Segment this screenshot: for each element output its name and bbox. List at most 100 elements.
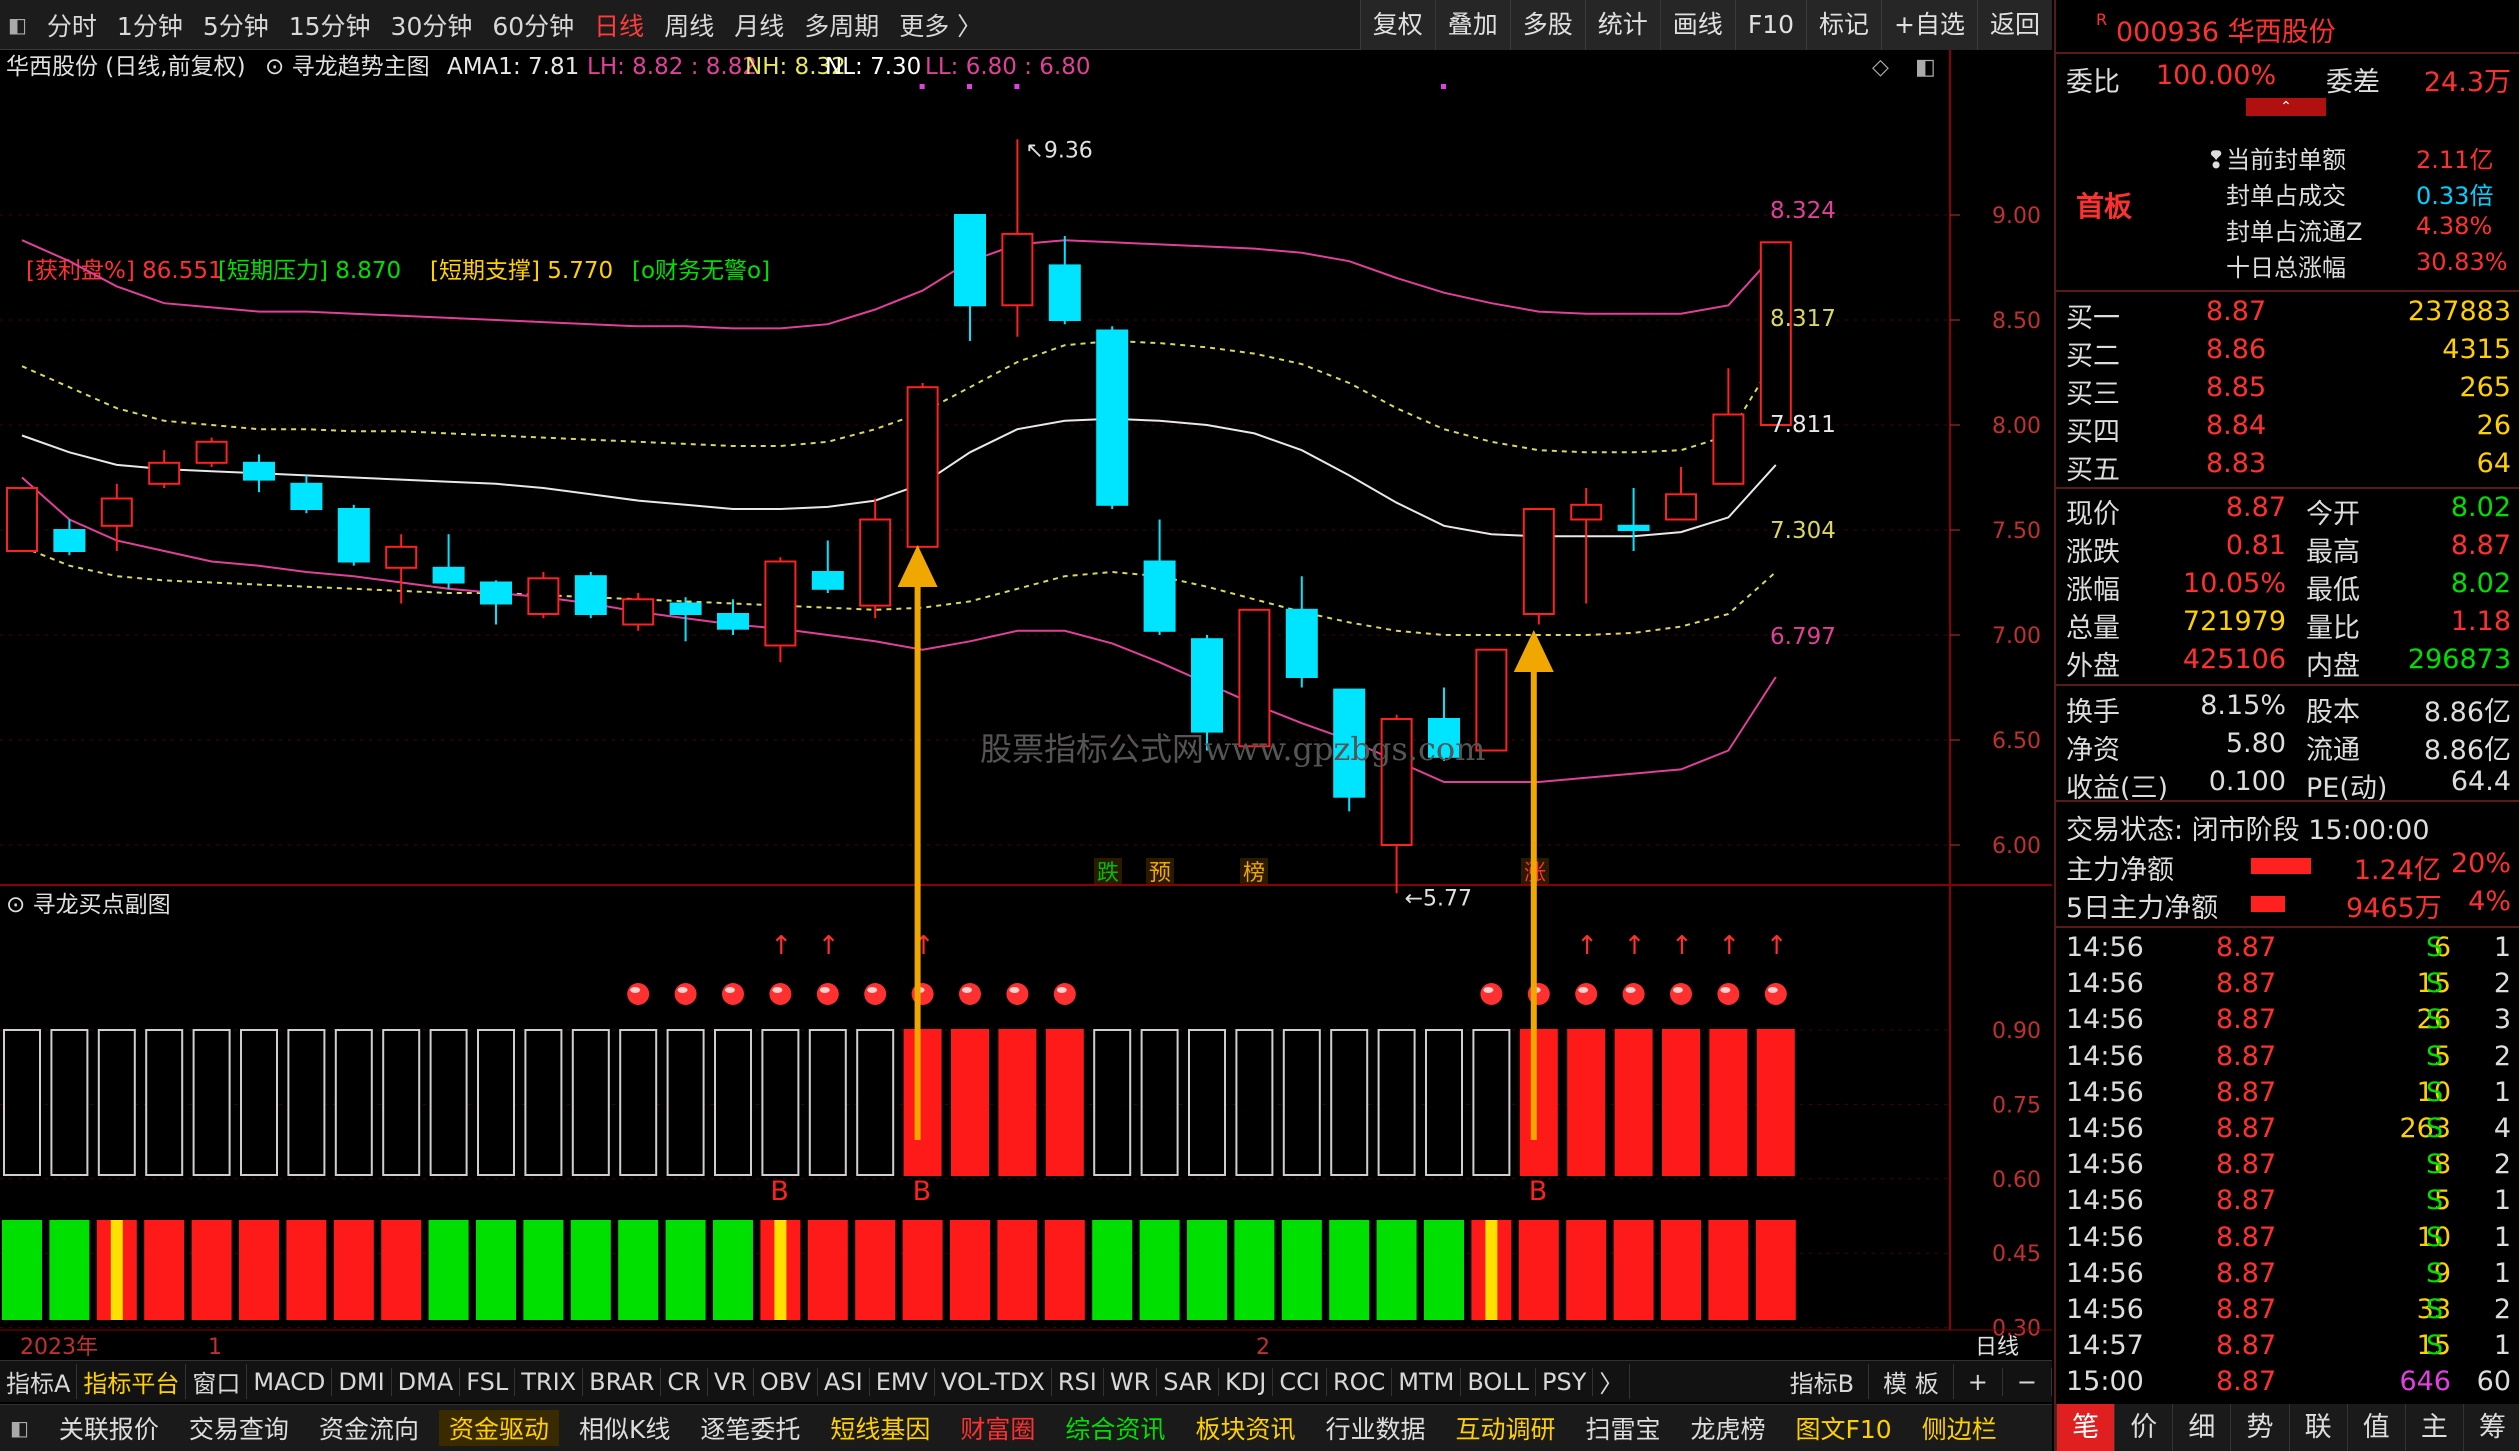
candle-body[interactable] <box>1665 493 1697 521</box>
period-tab[interactable]: 30分钟 <box>391 7 473 43</box>
indicator-tab[interactable]: DMA <box>392 1367 461 1396</box>
function-tab[interactable]: 资金流向 <box>309 1410 429 1446</box>
candle-body[interactable] <box>337 508 370 563</box>
toolbar-button[interactable]: +自选 <box>1881 0 1977 50</box>
candle-body[interactable] <box>1048 264 1081 321</box>
function-tab[interactable]: 行业数据 <box>1315 1410 1435 1446</box>
candle-body[interactable] <box>1191 638 1223 733</box>
candle-body[interactable] <box>1096 329 1129 506</box>
period-tab[interactable]: 月线 <box>734 7 784 43</box>
quote-tab[interactable]: 势 <box>2230 1404 2288 1451</box>
indicator-tab[interactable]: CCI <box>1273 1367 1327 1396</box>
candle-body[interactable] <box>527 577 560 615</box>
indicator-tab[interactable]: MTM <box>1392 1367 1462 1396</box>
indicator-tab[interactable]: VR <box>708 1367 754 1396</box>
candle-body[interactable] <box>1001 232 1034 307</box>
indicator-control[interactable]: + <box>1954 1367 2003 1396</box>
period-tab[interactable]: 多周期 <box>804 7 879 43</box>
candle-body[interactable] <box>669 602 702 615</box>
indicator-tab[interactable]: 指标A <box>0 1364 78 1399</box>
candle-body[interactable] <box>1570 503 1603 521</box>
period-tab[interactable]: 分时 <box>47 7 97 43</box>
period-tab[interactable]: 更多 〉 <box>899 7 982 43</box>
candle-body[interactable] <box>1617 524 1650 531</box>
candle-body[interactable] <box>480 581 512 605</box>
candle-body[interactable] <box>764 560 797 647</box>
indicator-tab[interactable]: ROC <box>1327 1367 1393 1396</box>
toolbar-button[interactable]: 返回 <box>1976 0 2052 50</box>
candle-body[interactable] <box>195 440 228 464</box>
function-tab[interactable]: 交易查询 <box>179 1410 299 1446</box>
indicator-control[interactable]: 指标B <box>1776 1364 1870 1399</box>
function-tab[interactable]: 板块资讯 <box>1185 1410 1305 1446</box>
toolbar-button[interactable]: 叠加 <box>1434 0 1510 50</box>
indicator-tab[interactable]: OBV <box>754 1367 818 1396</box>
panel-toggle-icon[interactable]: ◧ <box>0 1416 39 1440</box>
function-tab[interactable]: 短线基因 <box>820 1410 940 1446</box>
toolbar-button[interactable]: F10 <box>1734 0 1807 50</box>
indicator-tab[interactable]: KDJ <box>1219 1367 1274 1396</box>
function-tab[interactable]: 关联报价 <box>49 1410 169 1446</box>
candle-body[interactable] <box>1238 608 1271 748</box>
period-tab[interactable]: 15分钟 <box>289 7 371 43</box>
candle-body[interactable] <box>954 214 986 307</box>
function-tab[interactable]: 扫雷宝 <box>1575 1410 1670 1446</box>
quote-tab[interactable]: 筹 <box>2462 1404 2519 1451</box>
function-tab[interactable]: 图文F10 <box>1786 1410 1902 1446</box>
candle-body[interactable] <box>100 497 133 527</box>
candle-body[interactable] <box>290 482 323 510</box>
quote-tab[interactable]: 值 <box>2346 1404 2405 1451</box>
indicator-tab[interactable]: 指标平台 <box>77 1364 187 1399</box>
indicator-tab[interactable]: DMI <box>332 1367 392 1396</box>
indicator-tab[interactable]: EMV <box>870 1367 935 1396</box>
period-tab[interactable]: 1分钟 <box>117 7 183 43</box>
candle-body[interactable] <box>1759 241 1792 426</box>
function-tab[interactable]: 龙虎榜 <box>1681 1410 1776 1446</box>
function-tab[interactable]: 互动调研 <box>1445 1410 1565 1446</box>
quote-tab[interactable]: 笔 <box>2056 1404 2115 1451</box>
function-tab[interactable]: 资金驱动 <box>438 1410 559 1446</box>
candle-body[interactable] <box>148 461 181 485</box>
indicator-tab[interactable]: BRAR <box>583 1367 662 1396</box>
candle-body[interactable] <box>432 566 465 584</box>
indicator-tab[interactable]: RSI <box>1052 1367 1104 1396</box>
quote-tab[interactable]: 联 <box>2288 1404 2347 1451</box>
function-tab[interactable]: 综合资讯 <box>1055 1410 1175 1446</box>
candle-body[interactable] <box>906 386 939 548</box>
toolbar-button[interactable]: 多股 <box>1509 0 1585 50</box>
candle-body[interactable] <box>811 571 844 590</box>
indicator-tab[interactable]: VOL-TDX <box>935 1367 1052 1396</box>
candle-body[interactable] <box>1712 413 1745 485</box>
indicator-tab[interactable]: 窗口 <box>186 1364 248 1399</box>
candle-body[interactable] <box>574 575 607 616</box>
indicator-tab[interactable]: ASI <box>818 1367 870 1396</box>
toolbar-button[interactable]: 复权 <box>1359 0 1435 50</box>
period-tab[interactable]: 60分钟 <box>492 7 574 43</box>
expand-icon[interactable]: ◧ <box>1915 55 1936 80</box>
indicator-control[interactable]: − <box>2003 1367 2052 1396</box>
quote-tab[interactable]: 价 <box>2114 1404 2172 1451</box>
toolbar-button[interactable]: 标记 <box>1806 0 1882 50</box>
indicator-tab[interactable]: MACD <box>247 1367 333 1396</box>
indicator-tab[interactable]: FSL <box>460 1367 516 1396</box>
indicator-tab[interactable]: TRIX <box>515 1367 584 1396</box>
toolbar-button[interactable]: 画线 <box>1659 0 1735 50</box>
candle-body[interactable] <box>1143 560 1176 632</box>
indicator-control[interactable]: 模 板 <box>1869 1364 1954 1399</box>
quote-tab[interactable]: 细 <box>2172 1404 2230 1451</box>
candle-body[interactable] <box>53 529 86 552</box>
indicator-tab[interactable]: BOLL <box>1461 1367 1537 1396</box>
toolbar-button[interactable]: 统计 <box>1584 0 1660 50</box>
indicator-tab[interactable]: WR <box>1104 1367 1158 1396</box>
chart-area[interactable]: 华西股份 (日线,前复权) ⊙ 寻龙趋势主图 AMA1: 7.81 LH: 8.82 … <box>0 50 2052 1360</box>
collapse-icon[interactable]: ⌃ <box>2246 98 2326 116</box>
indicator-tab[interactable]: CR <box>661 1367 708 1396</box>
candle-body[interactable] <box>1522 508 1555 615</box>
period-tab[interactable]: 5分钟 <box>203 7 269 43</box>
candle-body[interactable] <box>1285 608 1318 678</box>
candle-body[interactable] <box>6 487 38 552</box>
diamond-icon[interactable]: ◇ <box>1872 55 1889 80</box>
function-tab[interactable]: 逐笔委托 <box>690 1410 810 1446</box>
candle-body[interactable] <box>243 461 275 481</box>
candle-body[interactable] <box>859 518 892 607</box>
